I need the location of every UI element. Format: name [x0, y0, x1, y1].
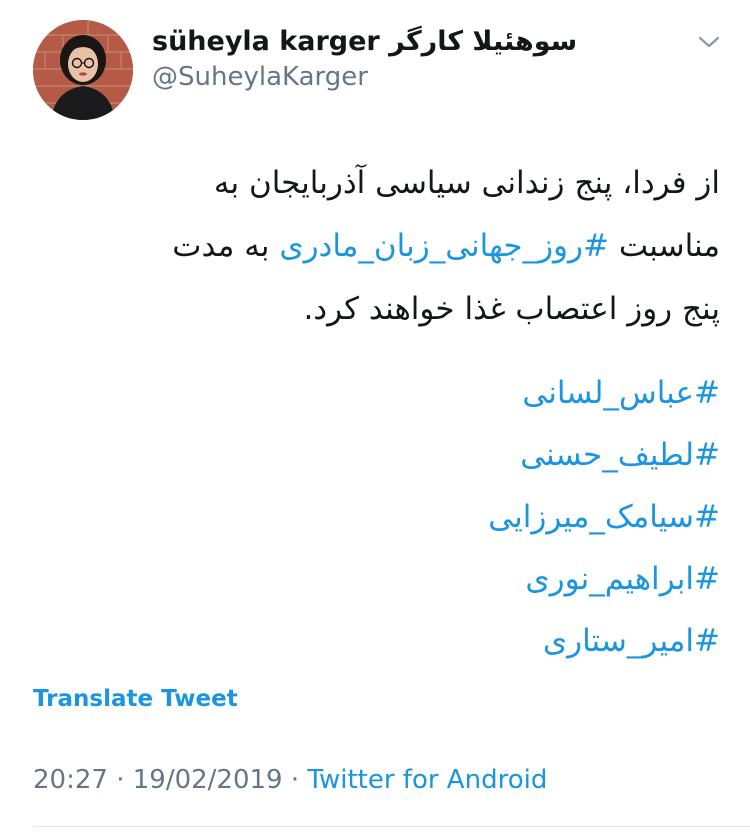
meta-separator: · — [107, 765, 133, 795]
tweet-text-line: از فردا، پنج زندانی سیاسی آذربایجان به — [213, 165, 720, 201]
divider — [33, 826, 750, 827]
display-name[interactable]: süheyla karger سوهئیلا کارگر — [152, 26, 577, 57]
hashtag-link[interactable]: #امیر_ستاری — [20, 610, 720, 672]
tweet-text-segment: مناسبت — [608, 228, 720, 264]
tweet-text-line: مناسبت #روز_جهانی_زبان_مادری به مدت — [20, 215, 720, 278]
hashtag-link[interactable]: #سیامک_میرزایی — [20, 486, 720, 548]
translate-tweet-button[interactable]: Translate Tweet — [33, 686, 238, 712]
tweet-text-line: پنج روز اعتصاب غذا خواهند کرد. — [303, 291, 720, 327]
user-handle[interactable]: @SuheylaKarger — [152, 62, 368, 92]
tweet-text: از فردا، پنج زندانی سیاسی آذربایجان به م… — [20, 152, 720, 341]
meta-separator: · — [282, 765, 308, 795]
hashtag-link[interactable]: #لطیف_حسنی — [20, 424, 720, 486]
tweet-metadata: 20:27 · 19/02/2019 · Twitter for Android — [33, 765, 547, 795]
tweet-source-link[interactable]: Twitter for Android — [307, 765, 547, 795]
hashtag-link[interactable]: #عباس_لسانی — [20, 362, 720, 424]
hashtag-link[interactable]: #ابراهیم_نوری — [20, 548, 720, 610]
tweet-date[interactable]: 19/02/2019 — [133, 765, 283, 795]
hashtag-link[interactable]: #روز_جهانی_زبان_مادری — [279, 228, 609, 264]
hashtag-list: #عباس_لسانی #لطیف_حسنی #سیامک_میرزایی #ا… — [20, 362, 720, 672]
profile-avatar[interactable] — [33, 20, 133, 120]
tweet-detail: süheyla karger سوهئیلا کارگر @SuheylaKar… — [0, 0, 750, 836]
tweet-text-segment: به مدت — [172, 228, 280, 264]
avatar-illustration — [33, 20, 133, 120]
chevron-down-icon[interactable] — [696, 33, 722, 51]
tweet-time[interactable]: 20:27 — [33, 765, 108, 795]
